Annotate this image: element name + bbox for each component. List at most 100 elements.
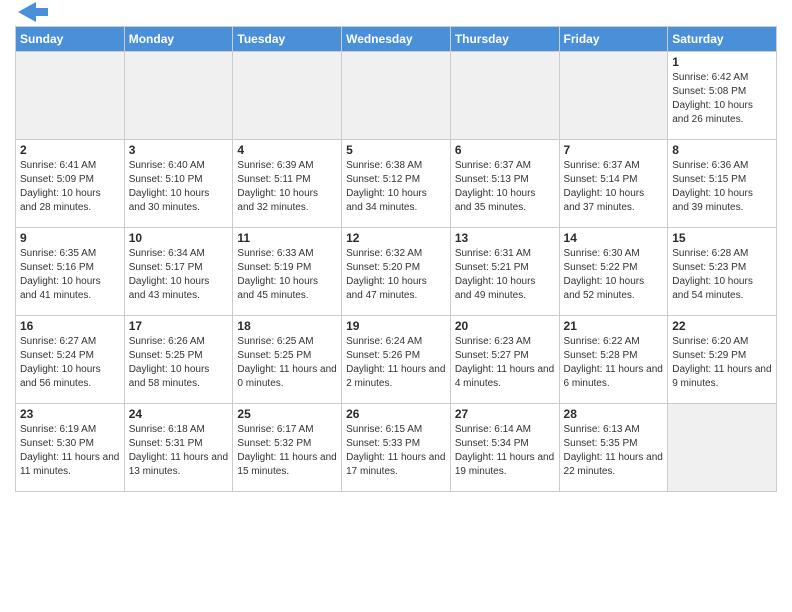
weekday-header-row: SundayMondayTuesdayWednesdayThursdayFrid… bbox=[16, 27, 777, 52]
header bbox=[15, 10, 777, 22]
day-number: 8 bbox=[672, 143, 772, 157]
calendar-cell: 14Sunrise: 6:30 AM Sunset: 5:22 PM Dayli… bbox=[559, 228, 668, 316]
calendar-cell: 6 Sunrise: 6:37 AM Sunset: 5:13 PM Daylig… bbox=[450, 140, 559, 228]
day-number: 18 bbox=[237, 319, 337, 333]
day-info: Sunrise: 6:33 AM Sunset: 5:19 PM Dayligh… bbox=[237, 247, 337, 303]
weekday-header-tuesday: Tuesday bbox=[233, 27, 342, 52]
calendar-cell: 12Sunrise: 6:32 AM Sunset: 5:20 PM Dayli… bbox=[342, 228, 451, 316]
day-info: Sunrise: 6:41 AM Sunset: 5:09 PM Dayligh… bbox=[20, 159, 120, 215]
calendar-cell: 17 Sunrise: 6:26 AM Sunset: 5:25 PM Dayli… bbox=[124, 316, 233, 404]
day-info: Sunrise: 6:14 AM Sunset: 5:34 PM Dayligh… bbox=[455, 423, 555, 479]
day-info: Sunrise: 6:17 AM Sunset: 5:32 PM Dayligh… bbox=[237, 423, 337, 479]
day-number: 4 bbox=[237, 143, 337, 157]
day-info: Sunrise: 6:28 AM Sunset: 5:23 PM Dayligh… bbox=[672, 247, 772, 303]
day-info: Sunrise: 6:39 AM Sunset: 5:11 PM Dayligh… bbox=[237, 159, 337, 215]
calendar-cell: 25 Sunrise: 6:17 AM Sunset: 5:32 PM Dayli… bbox=[233, 404, 342, 492]
day-number: 11 bbox=[237, 231, 337, 245]
weekday-header-thursday: Thursday bbox=[450, 27, 559, 52]
day-info: Sunrise: 6:38 AM Sunset: 5:12 PM Dayligh… bbox=[346, 159, 446, 215]
day-info: Sunrise: 6:13 AM Sunset: 5:35 PM Dayligh… bbox=[564, 423, 664, 479]
day-number: 21 bbox=[564, 319, 664, 333]
day-info: Sunrise: 6:25 AM Sunset: 5:25 PM Dayligh… bbox=[237, 335, 337, 391]
calendar-cell: 7 Sunrise: 6:37 AM Sunset: 5:14 PM Daylig… bbox=[559, 140, 668, 228]
day-info: Sunrise: 6:30 AM Sunset: 5:22 PM Dayligh… bbox=[564, 247, 664, 303]
calendar-cell: 8 Sunrise: 6:36 AM Sunset: 5:15 PM Daylig… bbox=[668, 140, 777, 228]
day-info: Sunrise: 6:27 AM Sunset: 5:24 PM Dayligh… bbox=[20, 335, 120, 391]
calendar-cell: 5 Sunrise: 6:38 AM Sunset: 5:12 PM Daylig… bbox=[342, 140, 451, 228]
day-info: Sunrise: 6:32 AM Sunset: 5:20 PM Dayligh… bbox=[346, 247, 446, 303]
day-number: 13 bbox=[455, 231, 555, 245]
day-number: 24 bbox=[129, 407, 229, 421]
calendar-cell: 16 Sunrise: 6:27 AM Sunset: 5:24 PM Dayli… bbox=[16, 316, 125, 404]
calendar-cell: 10 Sunrise: 6:34 AM Sunset: 5:17 PM Dayli… bbox=[124, 228, 233, 316]
calendar-cell: 3 Sunrise: 6:40 AM Sunset: 5:10 PM Daylig… bbox=[124, 140, 233, 228]
calendar-cell: 13 Sunrise: 6:31 AM Sunset: 5:21 PM Dayli… bbox=[450, 228, 559, 316]
day-number: 3 bbox=[129, 143, 229, 157]
day-number: 19 bbox=[346, 319, 446, 333]
week-row-4: 23 Sunrise: 6:19 AM Sunset: 5:30 PM Dayli… bbox=[16, 404, 777, 492]
calendar-cell: 23 Sunrise: 6:19 AM Sunset: 5:30 PM Dayli… bbox=[16, 404, 125, 492]
week-row-0: 1 Sunrise: 6:42 AM Sunset: 5:08 PM Daylig… bbox=[16, 52, 777, 140]
calendar-cell: 26 Sunrise: 6:15 AM Sunset: 5:33 PM Dayli… bbox=[342, 404, 451, 492]
day-info: Sunrise: 6:37 AM Sunset: 5:14 PM Dayligh… bbox=[564, 159, 664, 215]
day-info: Sunrise: 6:35 AM Sunset: 5:16 PM Dayligh… bbox=[20, 247, 120, 303]
main-container: SundayMondayTuesdayWednesdayThursdayFrid… bbox=[0, 0, 792, 502]
day-info: Sunrise: 6:40 AM Sunset: 5:10 PM Dayligh… bbox=[129, 159, 229, 215]
weekday-header-wednesday: Wednesday bbox=[342, 27, 451, 52]
calendar-cell: 19Sunrise: 6:24 AM Sunset: 5:26 PM Dayli… bbox=[342, 316, 451, 404]
day-number: 16 bbox=[20, 319, 120, 333]
day-number: 28 bbox=[564, 407, 664, 421]
day-number: 27 bbox=[455, 407, 555, 421]
weekday-header-saturday: Saturday bbox=[668, 27, 777, 52]
calendar-cell: 4 Sunrise: 6:39 AM Sunset: 5:11 PM Daylig… bbox=[233, 140, 342, 228]
calendar-cell bbox=[450, 52, 559, 140]
calendar-cell: 28 Sunrise: 6:13 AM Sunset: 5:35 PM Dayli… bbox=[559, 404, 668, 492]
calendar-cell: 18 Sunrise: 6:25 AM Sunset: 5:25 PM Dayli… bbox=[233, 316, 342, 404]
calendar-cell: 27 Sunrise: 6:14 AM Sunset: 5:34 PM Dayli… bbox=[450, 404, 559, 492]
day-info: Sunrise: 6:15 AM Sunset: 5:33 PM Dayligh… bbox=[346, 423, 446, 479]
week-row-1: 2 Sunrise: 6:41 AM Sunset: 5:09 PM Daylig… bbox=[16, 140, 777, 228]
day-info: Sunrise: 6:19 AM Sunset: 5:30 PM Dayligh… bbox=[20, 423, 120, 479]
day-number: 1 bbox=[672, 55, 772, 69]
day-info: Sunrise: 6:37 AM Sunset: 5:13 PM Dayligh… bbox=[455, 159, 555, 215]
day-info: Sunrise: 6:23 AM Sunset: 5:27 PM Dayligh… bbox=[455, 335, 555, 391]
logo bbox=[15, 10, 48, 22]
day-info: Sunrise: 6:34 AM Sunset: 5:17 PM Dayligh… bbox=[129, 247, 229, 303]
day-number: 15 bbox=[672, 231, 772, 245]
week-row-2: 9 Sunrise: 6:35 AM Sunset: 5:16 PM Daylig… bbox=[16, 228, 777, 316]
day-number: 9 bbox=[20, 231, 120, 245]
day-info: Sunrise: 6:18 AM Sunset: 5:31 PM Dayligh… bbox=[129, 423, 229, 479]
calendar-cell bbox=[668, 404, 777, 492]
calendar-cell bbox=[559, 52, 668, 140]
weekday-header-sunday: Sunday bbox=[16, 27, 125, 52]
calendar-cell: 15 Sunrise: 6:28 AM Sunset: 5:23 PM Dayli… bbox=[668, 228, 777, 316]
day-number: 26 bbox=[346, 407, 446, 421]
day-number: 10 bbox=[129, 231, 229, 245]
calendar-cell: 9 Sunrise: 6:35 AM Sunset: 5:16 PM Daylig… bbox=[16, 228, 125, 316]
calendar-cell: 11 Sunrise: 6:33 AM Sunset: 5:19 PM Dayli… bbox=[233, 228, 342, 316]
day-number: 22 bbox=[672, 319, 772, 333]
day-info: Sunrise: 6:22 AM Sunset: 5:28 PM Dayligh… bbox=[564, 335, 664, 391]
day-number: 25 bbox=[237, 407, 337, 421]
day-info: Sunrise: 6:42 AM Sunset: 5:08 PM Dayligh… bbox=[672, 71, 772, 127]
calendar-cell: 1 Sunrise: 6:42 AM Sunset: 5:08 PM Daylig… bbox=[668, 52, 777, 140]
day-info: Sunrise: 6:36 AM Sunset: 5:15 PM Dayligh… bbox=[672, 159, 772, 215]
day-info: Sunrise: 6:20 AM Sunset: 5:29 PM Dayligh… bbox=[672, 335, 772, 391]
day-number: 20 bbox=[455, 319, 555, 333]
weekday-header-monday: Monday bbox=[124, 27, 233, 52]
day-number: 7 bbox=[564, 143, 664, 157]
calendar-cell: 20 Sunrise: 6:23 AM Sunset: 5:27 PM Dayli… bbox=[450, 316, 559, 404]
weekday-header-friday: Friday bbox=[559, 27, 668, 52]
day-number: 5 bbox=[346, 143, 446, 157]
calendar-cell: 24 Sunrise: 6:18 AM Sunset: 5:31 PM Dayli… bbox=[124, 404, 233, 492]
day-info: Sunrise: 6:31 AM Sunset: 5:21 PM Dayligh… bbox=[455, 247, 555, 303]
logo-arrow-icon bbox=[18, 2, 48, 22]
day-number: 6 bbox=[455, 143, 555, 157]
day-number: 2 bbox=[20, 143, 120, 157]
calendar-cell: 22 Sunrise: 6:20 AM Sunset: 5:29 PM Dayli… bbox=[668, 316, 777, 404]
day-number: 23 bbox=[20, 407, 120, 421]
day-info: Sunrise: 6:26 AM Sunset: 5:25 PM Dayligh… bbox=[129, 335, 229, 391]
calendar: SundayMondayTuesdayWednesdayThursdayFrid… bbox=[15, 26, 777, 492]
day-number: 17 bbox=[129, 319, 229, 333]
calendar-cell: 2 Sunrise: 6:41 AM Sunset: 5:09 PM Daylig… bbox=[16, 140, 125, 228]
